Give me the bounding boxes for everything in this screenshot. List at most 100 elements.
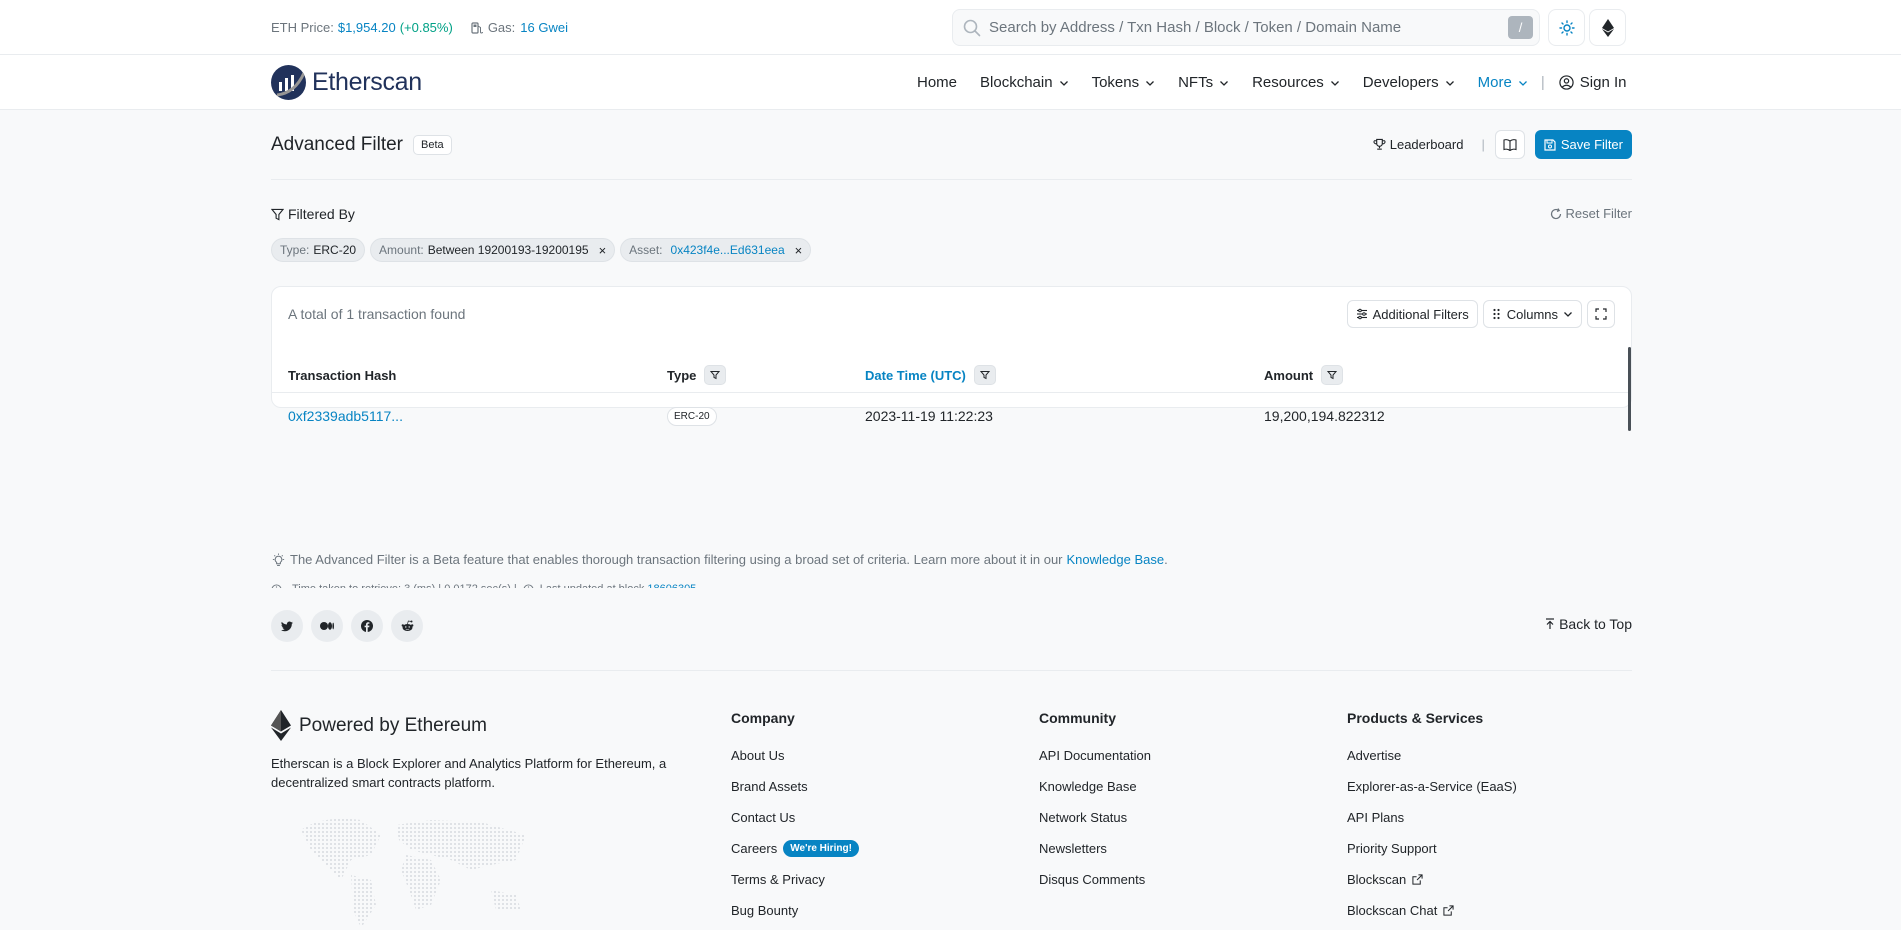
footer-link[interactable]: API Plans: [1347, 802, 1517, 833]
nav-item-resources[interactable]: Resources: [1252, 74, 1340, 91]
remove-chip-close-icon[interactable]: ×: [599, 243, 607, 258]
network-switch-button[interactable]: [1589, 9, 1626, 46]
world-map-image: [281, 810, 531, 930]
etherscan-logo[interactable]: Etherscan: [271, 65, 422, 100]
sign-in-label: Sign In: [1579, 74, 1627, 91]
trophy-icon: [1373, 138, 1386, 150]
facebook-button[interactable]: [351, 610, 383, 642]
page-title: Advanced Filter: [271, 133, 404, 155]
hiring-badge[interactable]: We're Hiring!: [783, 840, 859, 857]
chip-value: ERC-20: [313, 243, 357, 257]
nav-item-nfts[interactable]: NFTs: [1178, 74, 1229, 91]
footer-link[interactable]: About Us: [731, 740, 859, 771]
footer-link-label: About Us: [731, 748, 785, 763]
search-bar[interactable]: Search by Address / Txn Hash / Block / T…: [952, 9, 1540, 46]
sun-icon: [1558, 19, 1575, 36]
nav-item-developers[interactable]: Developers: [1363, 74, 1455, 91]
filter-icon: [979, 371, 990, 380]
page-header: Advanced Filter Beta Leaderboard | Save …: [271, 110, 1632, 180]
footer-link[interactable]: Contact Us: [731, 802, 859, 833]
theme-toggle-button[interactable]: [1548, 9, 1585, 46]
nav-item-label: Resources: [1252, 74, 1324, 91]
filter-chip-asset[interactable]: Asset: 0x423f4e...Ed631eea ×: [620, 238, 812, 262]
nav-item-tokens[interactable]: Tokens: [1092, 74, 1156, 91]
footer-link[interactable]: Blockscan: [1347, 864, 1517, 895]
external-link-icon: [1443, 905, 1454, 916]
social-links: [271, 610, 423, 642]
footer-column-title: Community: [1039, 710, 1116, 726]
footer-link[interactable]: Priority Support: [1347, 833, 1517, 864]
datetime-filter-button[interactable]: [973, 365, 996, 385]
nav-item-more[interactable]: More: [1478, 74, 1528, 91]
footer-link[interactable]: Network Status: [1039, 802, 1151, 833]
column-header-amount: Amount: [1264, 357, 1344, 393]
main-content: Advanced Filter Beta Leaderboard | Save …: [0, 110, 1901, 608]
sliders-icon: [1356, 308, 1367, 320]
medium-button[interactable]: [311, 610, 343, 642]
footer-link[interactable]: Knowledge Base: [1039, 771, 1151, 802]
footer-link[interactable]: Terms & Privacy: [731, 864, 859, 895]
footer-link[interactable]: Disqus Comments: [1039, 864, 1151, 895]
knowledge-base-link[interactable]: Knowledge Base: [1067, 552, 1165, 567]
back-to-top-button[interactable]: Back to Top: [1545, 616, 1632, 632]
columns-dropdown[interactable]: Columns: [1482, 300, 1582, 328]
chevron-down-icon: [1564, 312, 1572, 317]
footer-link[interactable]: Careers We're Hiring!: [731, 833, 859, 864]
twitter-button[interactable]: [271, 610, 303, 642]
column-header-hash: Transaction Hash: [288, 357, 396, 393]
sign-in-link[interactable]: Sign In: [1559, 74, 1627, 91]
footer-link-label: Brand Assets: [731, 779, 808, 794]
powered-by-text: Powered by Ethereum: [299, 714, 487, 736]
amount-cell: 19,200,194.822312: [1264, 408, 1385, 424]
reddit-button[interactable]: [391, 610, 423, 642]
filtered-by-heading: Filtered By: [271, 206, 355, 222]
save-filter-button[interactable]: Save Filter: [1534, 130, 1632, 159]
chevron-down-icon: [1059, 80, 1068, 86]
guide-button[interactable]: [1494, 130, 1525, 159]
remove-chip-close-icon[interactable]: ×: [795, 243, 803, 258]
footer-link-label: Explorer-as-a-Service (EaaS): [1347, 779, 1517, 794]
column-header-datetime[interactable]: Date Time (UTC): [865, 357, 996, 393]
nav-item-blockchain[interactable]: Blockchain: [980, 74, 1069, 91]
amount-filter-button[interactable]: [1321, 365, 1344, 385]
eth-price-value[interactable]: $1,954.20: [338, 20, 396, 35]
gas-value[interactable]: 16 Gwei: [520, 20, 568, 35]
footer-column-title: Company: [731, 710, 795, 726]
reset-filter-button[interactable]: Reset Filter: [1550, 206, 1632, 221]
footer-link[interactable]: Explorer-as-a-Service (EaaS): [1347, 771, 1517, 802]
footer-link-label: Blockscan Chat: [1347, 903, 1438, 918]
footer-link[interactable]: Bug Bounty: [731, 895, 859, 926]
additional-filters-button[interactable]: Additional Filters: [1346, 300, 1478, 328]
footer-link[interactable]: Advertise: [1347, 740, 1517, 771]
reddit-icon: [401, 620, 413, 631]
nav-item-home[interactable]: Home: [917, 74, 957, 91]
eth-price-change: (+0.85%): [399, 20, 453, 35]
footer-link[interactable]: Brand Assets: [731, 771, 859, 802]
type-filter-button[interactable]: [704, 365, 727, 385]
footer-link-label: Contact Us: [731, 810, 796, 825]
facebook-icon: [361, 620, 373, 632]
ethereum-icon: [271, 710, 291, 741]
nav-divider: |: [1540, 74, 1545, 91]
footer-link[interactable]: Blockscan Chat: [1347, 895, 1517, 926]
logo-text: Etherscan: [312, 68, 422, 96]
fullscreen-button[interactable]: [1587, 300, 1615, 328]
beta-notice: The Advanced Filter is a Beta feature th…: [271, 552, 1168, 567]
header-label: Transaction Hash: [288, 367, 397, 383]
search-input[interactable]: Search by Address / Txn Hash / Block / T…: [989, 19, 1508, 36]
etherscan-logo-icon: [271, 65, 306, 100]
table-scrollbar[interactable]: [1628, 347, 1631, 431]
transaction-hash-link[interactable]: 0xf2339adb5117...: [288, 408, 403, 424]
additional-filters-label: Additional Filters: [1372, 306, 1469, 322]
footer-link[interactable]: API Documentation: [1039, 740, 1151, 771]
chip-value[interactable]: 0x423f4e...Ed631eea: [671, 243, 785, 257]
footer-link[interactable]: Newsletters: [1039, 833, 1151, 864]
chevron-down-icon: [1445, 80, 1454, 86]
filter-chips: Type: ERC-20 Amount: Between 19200193-19…: [271, 238, 812, 262]
main-nav: Etherscan Home Blockchain Tokens NFTs Re…: [0, 55, 1901, 110]
footer-link-label: Bug Bounty: [731, 903, 799, 918]
filter-chip-type[interactable]: Type: ERC-20: [271, 238, 366, 262]
footer-column-title: Products & Services: [1347, 710, 1484, 726]
leaderboard-button[interactable]: Leaderboard: [1365, 131, 1472, 158]
filter-chip-amount[interactable]: Amount: Between 19200193-19200195 ×: [370, 238, 616, 262]
